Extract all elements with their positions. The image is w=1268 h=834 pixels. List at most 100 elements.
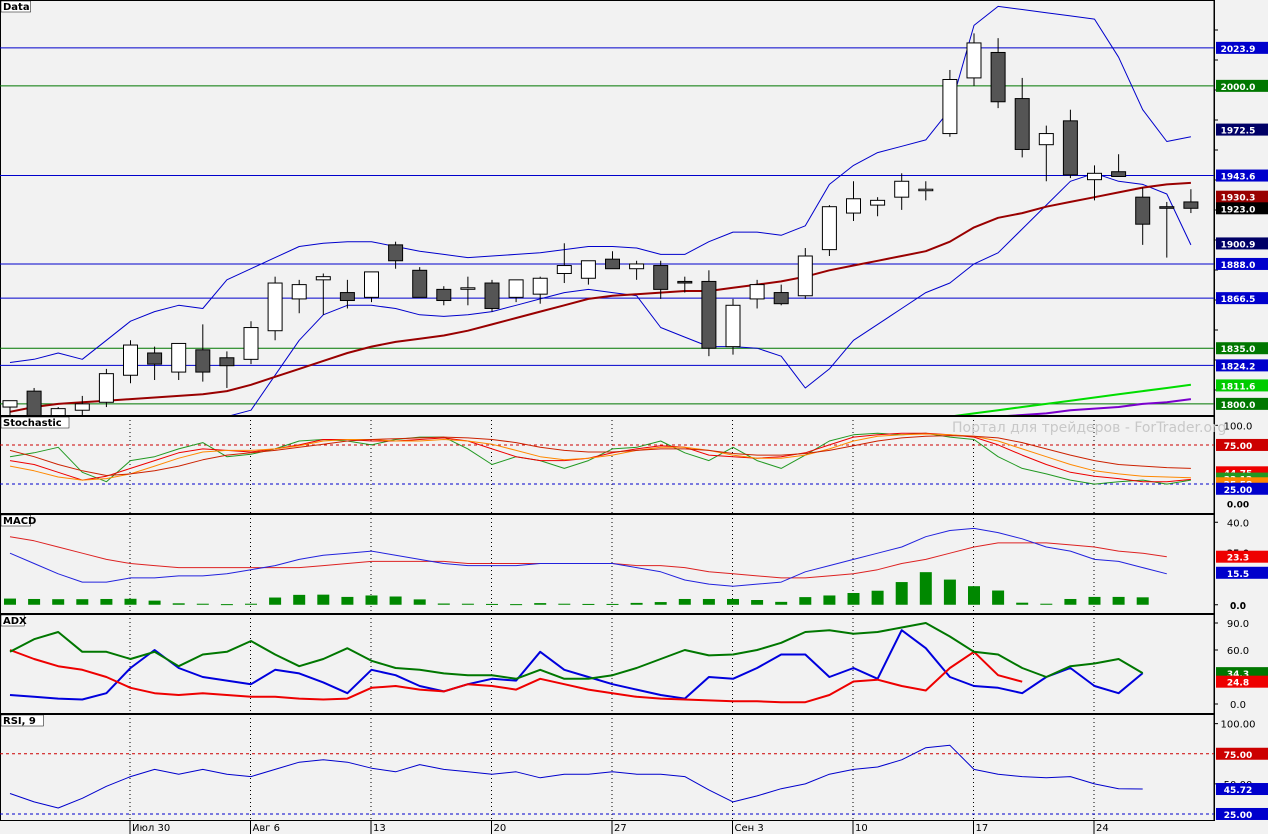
candle — [749, 284, 765, 300]
candle — [629, 263, 645, 270]
macd-histogram-bar — [678, 598, 691, 605]
candle — [436, 288, 452, 302]
candle — [990, 51, 1006, 103]
price-tag: 15.5 — [1227, 570, 1249, 580]
candle — [1183, 201, 1199, 209]
macd-histogram-bar — [52, 599, 65, 605]
candle — [123, 344, 138, 376]
candle — [580, 260, 596, 279]
candle — [508, 279, 524, 298]
x-tick-label: 17 — [976, 823, 989, 834]
price-tag: 1943.6 — [1221, 173, 1256, 183]
macd-histogram-bar — [823, 595, 836, 605]
candle — [653, 265, 669, 290]
macd-histogram-bar — [847, 592, 860, 605]
price-tag: 1824.2 — [1221, 362, 1256, 372]
candle — [147, 352, 163, 365]
y-tick-label: 100.00 — [1221, 720, 1256, 731]
macd-histogram-bar — [317, 594, 330, 605]
macd-histogram-bar — [654, 602, 667, 605]
macd-histogram-bar — [413, 599, 426, 605]
macd-histogram-bar — [775, 601, 788, 605]
chart-canvas: Data 2023.9 2000.0 1972.5 1943.6 1930.31923.0… — [0, 0, 1268, 834]
candle — [821, 206, 837, 251]
candle — [1087, 172, 1102, 181]
candle — [171, 342, 187, 373]
candle — [484, 282, 500, 309]
macd-histogram-bar — [992, 590, 1005, 605]
y-tick-label: 100.0 — [1224, 421, 1253, 432]
macd-histogram-bar — [1112, 596, 1125, 605]
candle — [364, 271, 379, 298]
candle — [219, 357, 235, 367]
candle — [846, 198, 861, 214]
candle — [532, 277, 548, 295]
candle — [98, 373, 114, 403]
price-tag: 1923.0 — [1221, 205, 1256, 215]
macd-histogram-bar — [100, 598, 113, 605]
candle — [1014, 98, 1030, 150]
macd-histogram-bar — [4, 598, 16, 605]
macd-histogram-bar — [968, 586, 980, 605]
x-tick-label: Авг 6 — [253, 823, 281, 834]
macd-histogram-bar — [148, 600, 161, 605]
candle — [605, 258, 620, 270]
x-tick-label: 13 — [373, 823, 386, 834]
price-tag: 45.72 — [1224, 786, 1252, 796]
candle — [966, 42, 982, 79]
y-tick-label: 40.0 — [1227, 518, 1249, 529]
candle — [1062, 120, 1078, 176]
price-tag: 2023.9 — [1221, 45, 1256, 55]
price-tag: 23.3 — [1227, 554, 1249, 564]
panel-macd: MACD40.00.025.023.315.50.0 — [0, 514, 1268, 614]
candle — [1111, 171, 1127, 177]
macd-histogram-bar — [727, 598, 739, 605]
macd-histogram-bar — [196, 603, 209, 605]
candle — [412, 269, 428, 298]
macd-histogram-bar — [1016, 602, 1029, 605]
watermark: Портал для трейдеров - ForTrader.org — [952, 420, 1226, 436]
candle — [1159, 206, 1175, 209]
macd-histogram-bar — [919, 572, 932, 605]
macd-histogram-bar — [1040, 603, 1053, 605]
macd-histogram-bar — [437, 603, 450, 605]
candle — [556, 265, 572, 274]
x-tick-label: Июл 30 — [132, 823, 170, 834]
y-tick-label: 90.0 — [1227, 619, 1249, 630]
macd-histogram-bar — [486, 603, 498, 605]
candle — [1038, 133, 1054, 146]
price-tag: 0.00 — [1227, 501, 1249, 511]
candle — [773, 292, 789, 305]
macd-histogram-bar — [799, 597, 812, 605]
candle — [677, 280, 693, 284]
macd-histogram-bar — [389, 596, 402, 605]
macd-histogram-bar — [461, 603, 474, 605]
candle — [195, 349, 211, 373]
y-tick-label: 0.0 — [1230, 700, 1246, 711]
price-tag: 2000.0 — [1221, 83, 1256, 93]
macd-histogram-bar — [293, 594, 306, 605]
macd-histogram-bar — [702, 598, 715, 605]
panel-rsi: RSI, 9100.0050.0075.0045.7225.00 — [0, 714, 1268, 821]
candle — [894, 180, 910, 198]
price-tag: 1811.6 — [1221, 382, 1256, 392]
macd-histogram-bar — [124, 598, 137, 605]
panel-title: Stochastic — [3, 418, 62, 429]
macd-histogram-bar — [245, 603, 257, 605]
price-tag: 1835.0 — [1221, 345, 1256, 355]
x-tick-label: 20 — [494, 823, 507, 834]
candle — [315, 276, 331, 281]
price-tag: 1800.0 — [1221, 401, 1256, 411]
price-tag: 75.00 — [1224, 442, 1252, 452]
panel-price: Data 2023.9 2000.0 1972.5 1943.6 1930.31923.0… — [0, 0, 1268, 416]
panel-title: RSI, 9 — [3, 716, 36, 727]
macd-histogram-bar — [943, 579, 956, 605]
price-tag: 1972.5 — [1221, 127, 1256, 137]
price-tag: 24.8 — [1227, 679, 1249, 689]
macd-histogram-bar — [871, 590, 884, 605]
macd-histogram-bar — [534, 603, 547, 605]
panel-title: MACD — [3, 516, 36, 527]
candle — [942, 79, 958, 135]
macd-histogram-bar — [341, 596, 354, 605]
x-tick-label: Сен 3 — [735, 823, 764, 834]
